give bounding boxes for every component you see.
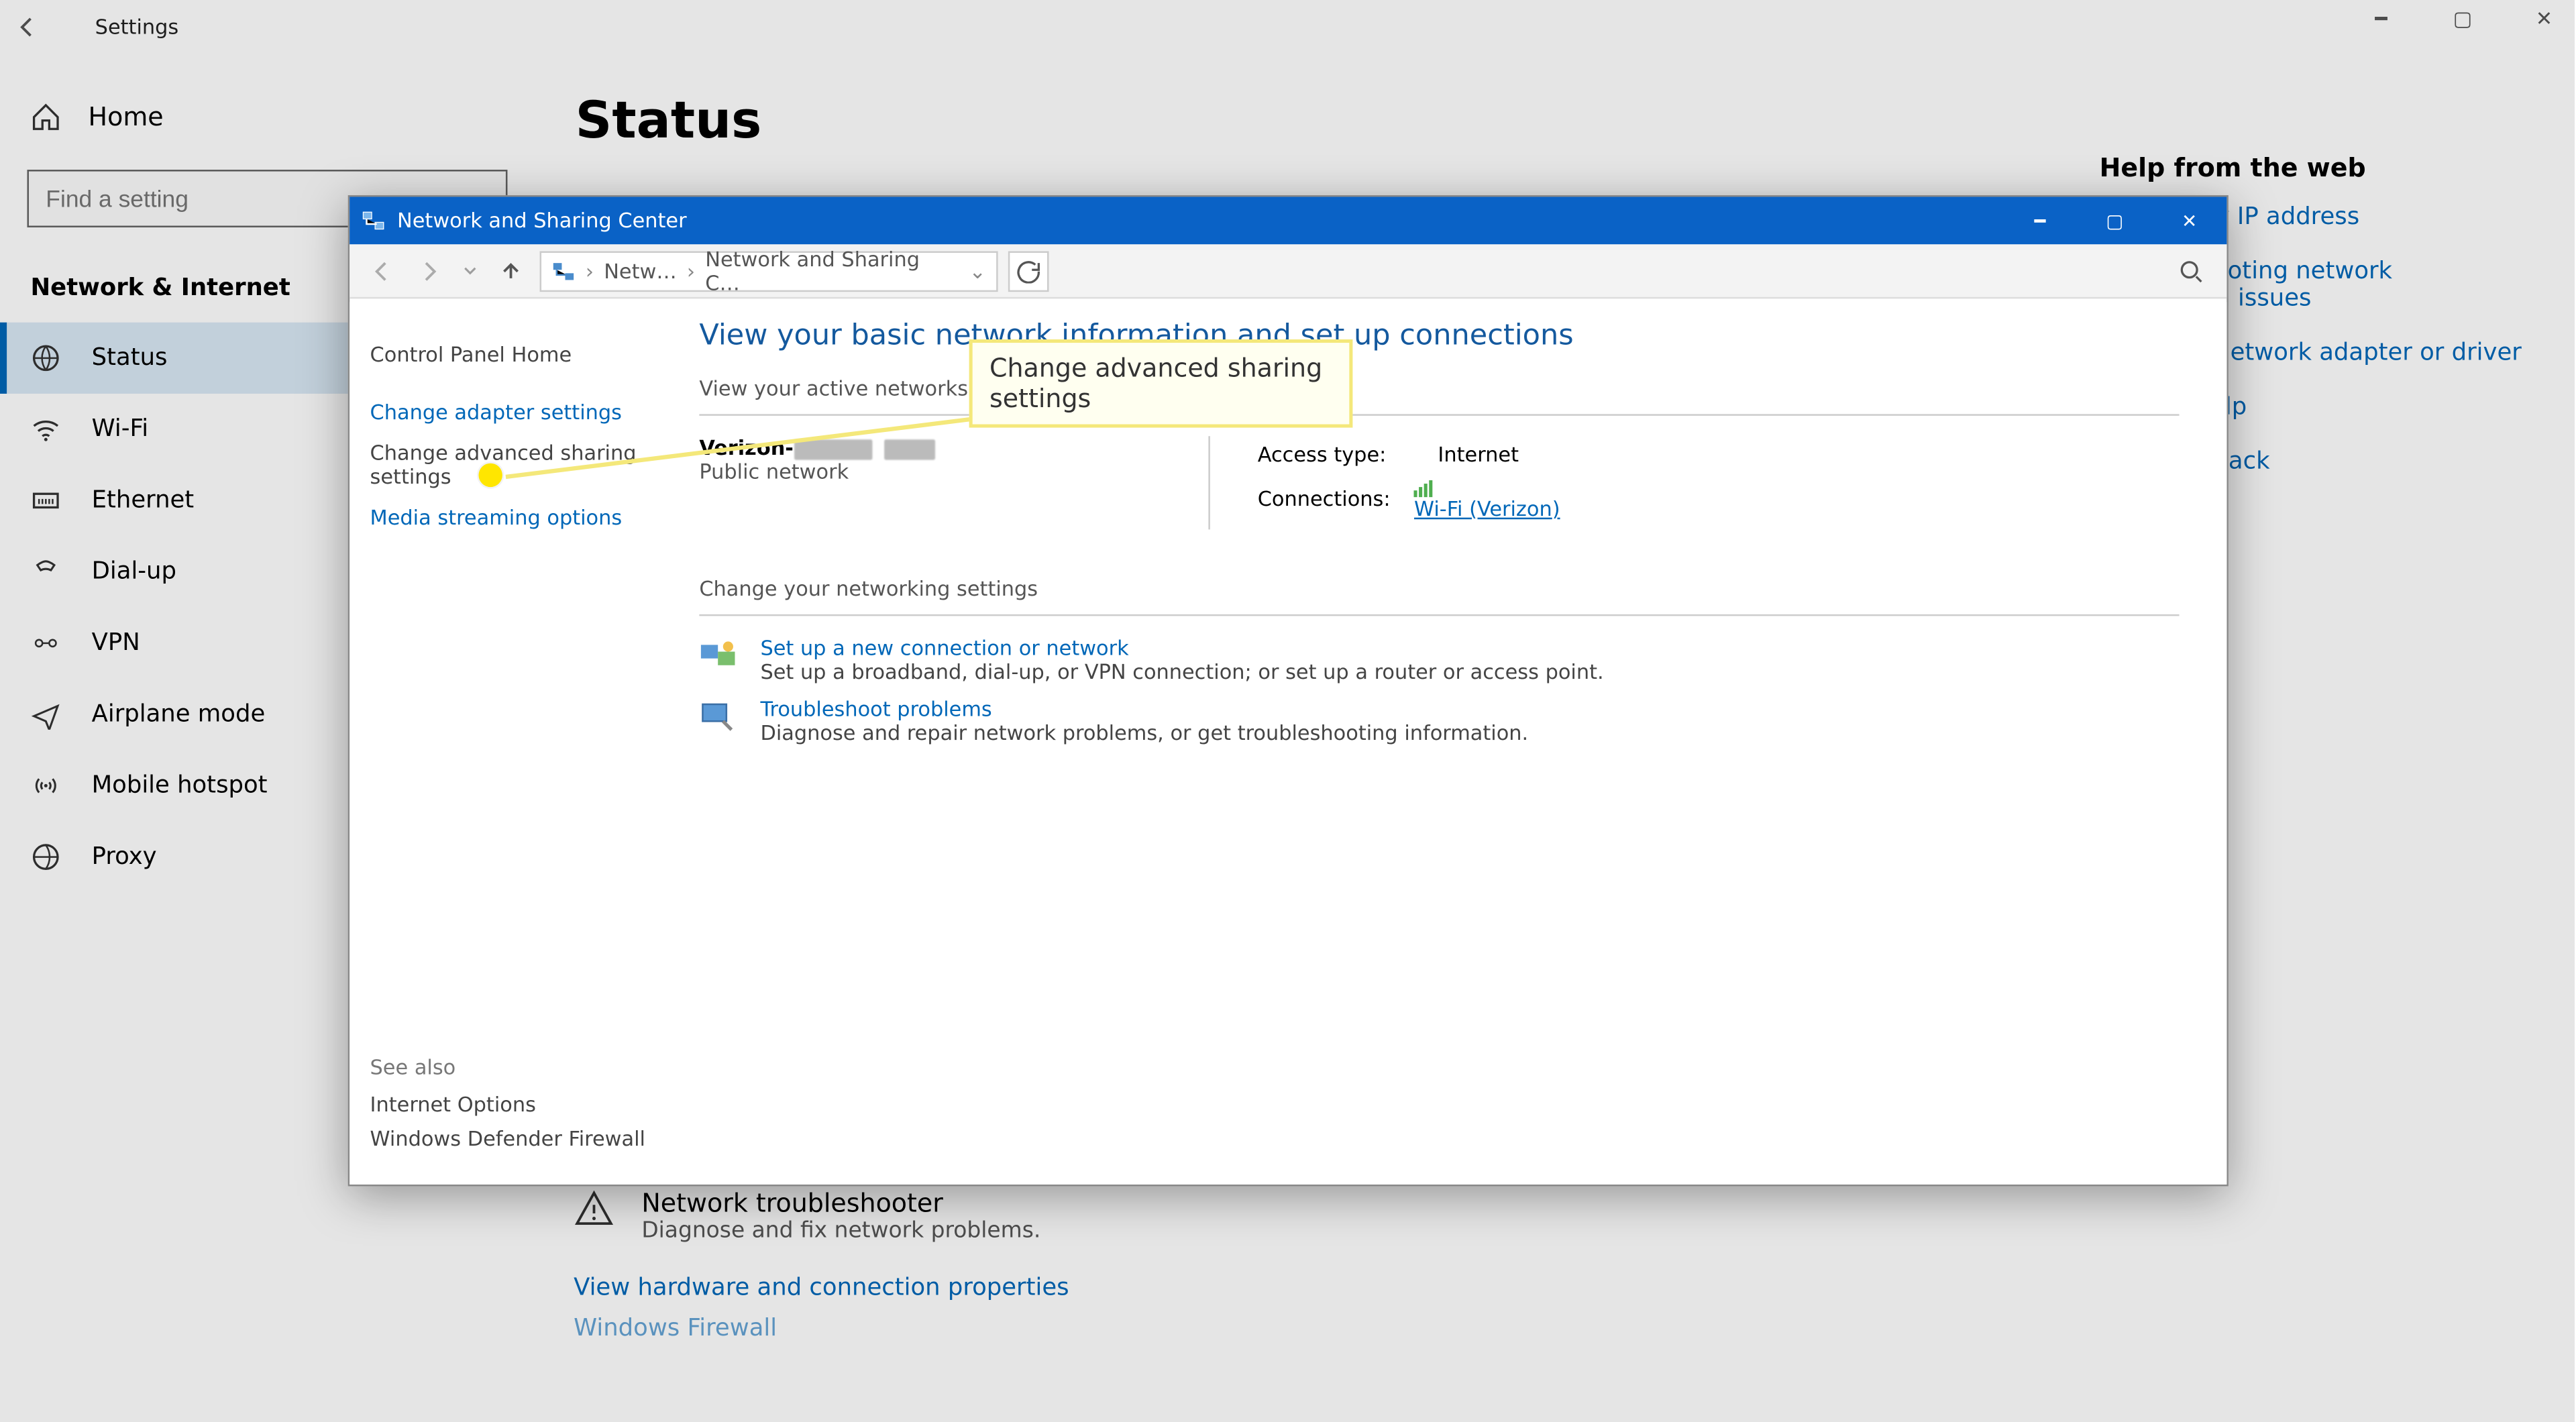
view-hardware-link[interactable]: View hardware and connection properties [574, 1274, 2031, 1301]
wifi-connection-link[interactable]: Wi-Fi (Verizon) [1414, 497, 1560, 521]
internet-options-link[interactable]: Internet Options [370, 1093, 645, 1116]
help-heading: Help from the web [2100, 153, 2524, 184]
troubleshooter-sub: Diagnose and fix network problems. [641, 1219, 1040, 1244]
crumb-a[interactable]: Netw… [604, 259, 677, 282]
cp-close-icon[interactable]: ✕ [2152, 197, 2226, 244]
setup-connection-item[interactable]: Set up a new connection or network Set u… [699, 635, 2179, 683]
network-troubleshooter[interactable]: Network troubleshooter Diagnose and fix … [574, 1188, 2031, 1244]
troubleshooter-title: Network troubleshooter [641, 1188, 1040, 1219]
chevron-right-icon: › [586, 259, 594, 282]
sidebar-item-label: Proxy [92, 843, 157, 870]
sidebar-item-label: VPN [92, 630, 140, 657]
sidebar-item-label: Status [92, 345, 168, 372]
page-title: Status [576, 92, 2534, 152]
airplane-icon [31, 699, 62, 730]
troubleshoot-desc: Diagnose and repair network problems, or… [760, 720, 1528, 744]
dialup-icon [31, 557, 62, 588]
sidebar-home-label: Home [89, 102, 164, 133]
sidebar-item-label: Mobile hotspot [92, 772, 268, 799]
sidebar-item-label: Wi-Fi [92, 416, 149, 443]
divider [699, 614, 2179, 616]
cp-titlebar[interactable]: Network and Sharing Center ━ ▢ ✕ [350, 197, 2226, 244]
refresh-icon[interactable] [1008, 250, 1049, 291]
windows-firewall-link[interactable]: Windows Firewall [574, 1315, 2031, 1342]
troubleshoot-link[interactable]: Troubleshoot problems [760, 697, 1528, 720]
sidebar-item-label: Airplane mode [92, 701, 266, 728]
callout-text: Change advanced sharing settings [989, 353, 1322, 414]
signal-icon [1414, 477, 1560, 497]
ethernet-icon [31, 486, 62, 516]
status-icon [31, 343, 62, 374]
maximize-icon[interactable]: ▢ [2443, 7, 2483, 30]
troubleshoot-icon [699, 697, 737, 734]
wifi-icon [31, 414, 62, 445]
nav-dropdown-icon[interactable] [458, 252, 482, 290]
proxy-icon [31, 842, 62, 873]
troubleshoot-item[interactable]: Troubleshoot problems Diagnose and repai… [699, 697, 2179, 745]
callout-box: Change advanced sharing settings [969, 339, 1353, 428]
sidebar-home[interactable]: Home [0, 85, 535, 150]
nav-forward-icon[interactable] [411, 252, 448, 290]
vpn-icon [31, 628, 62, 659]
chevron-down-icon[interactable]: ⌄ [969, 259, 985, 282]
change-settings-label: Change your networking settings [699, 576, 2179, 600]
cp-navbar: › Netw… › Network and Sharing C… ⌄ [350, 244, 2226, 298]
sidebar-item-label: Dial-up [92, 558, 176, 585]
search-icon[interactable] [2169, 249, 2213, 293]
access-type-value: Internet [1404, 439, 1570, 470]
media-streaming-link[interactable]: Media streaming options [370, 506, 662, 529]
defender-firewall-link[interactable]: Windows Defender Firewall [370, 1127, 645, 1150]
cp-minimize-icon[interactable]: ━ [2002, 197, 2077, 244]
sidebar-item-label: Ethernet [92, 487, 195, 514]
setup-connection-desc: Set up a broadband, dial-up, or VPN conn… [760, 659, 1603, 683]
network-icon [551, 259, 575, 282]
breadcrumb[interactable]: › Netw… › Network and Sharing C… ⌄ [540, 250, 998, 291]
crumb-b[interactable]: Network and Sharing C… [705, 247, 949, 294]
home-icon [31, 102, 62, 133]
callout-dot-icon [478, 463, 502, 487]
setup-connection-link[interactable]: Set up a new connection or network [760, 635, 1603, 659]
hotspot-icon [31, 771, 62, 802]
chevron-right-icon: › [687, 259, 695, 282]
cp-title-text: Network and Sharing Center [397, 209, 687, 232]
warning-icon [574, 1188, 614, 1229]
nav-back-icon[interactable] [363, 252, 400, 290]
window-title: Settings [95, 15, 179, 39]
see-also: See also Internet Options Windows Defend… [370, 1056, 645, 1161]
cp-home-link[interactable]: Control Panel Home [370, 343, 662, 366]
close-icon[interactable]: ✕ [2524, 7, 2565, 30]
control-panel-window: Network and Sharing Center ━ ▢ ✕ [348, 195, 2229, 1187]
cp-maximize-icon[interactable]: ▢ [2078, 197, 2152, 244]
network-troubleshooter-section: Network troubleshooter Diagnose and fix … [574, 1188, 2031, 1356]
setup-connection-icon [699, 635, 737, 673]
see-also-heading: See also [370, 1056, 645, 1079]
settings-titlebar: Settings ━ ▢ ✕ [0, 0, 2575, 54]
cp-heading: View your basic network information and … [699, 319, 2179, 353]
network-sharing-icon [360, 207, 386, 234]
minimize-icon[interactable]: ━ [2361, 7, 2402, 30]
back-icon[interactable] [13, 13, 54, 40]
nav-up-icon[interactable] [492, 252, 530, 290]
